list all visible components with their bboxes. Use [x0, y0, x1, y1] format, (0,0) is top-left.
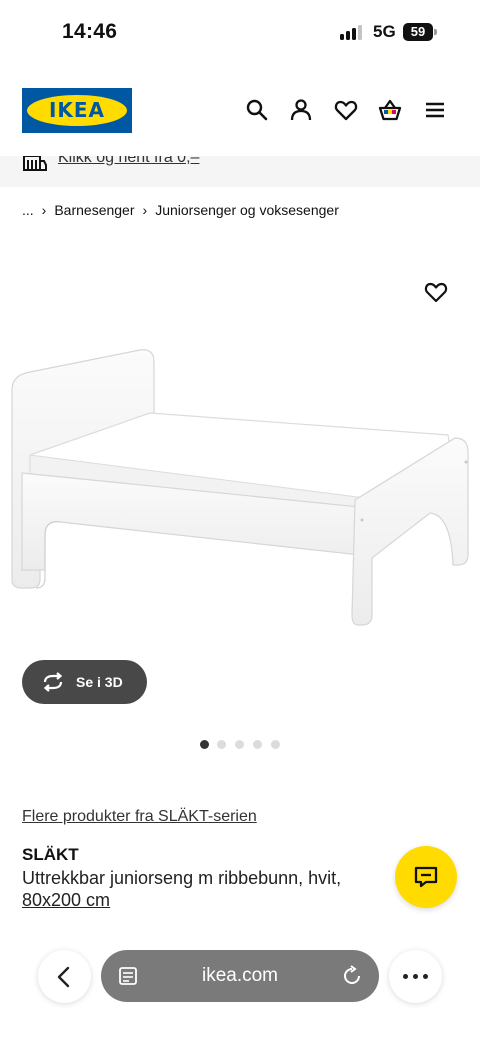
- account-icon[interactable]: [288, 97, 314, 123]
- status-time: 14:46: [62, 20, 118, 43]
- click-collect-icon: [22, 156, 48, 176]
- carousel-dot[interactable]: [253, 740, 262, 749]
- view-3d-label: Se i 3D: [76, 674, 123, 690]
- breadcrumb-item-juniorsenger[interactable]: Juniorsenger og voksesenger: [155, 202, 339, 218]
- basket-icon[interactable]: [377, 97, 403, 123]
- chat-button[interactable]: [395, 846, 457, 908]
- logo-text: IKEA: [48, 98, 106, 122]
- menu-icon[interactable]: [422, 97, 448, 123]
- product-name: SLÄKT: [22, 845, 79, 864]
- breadcrumb-ellipsis[interactable]: ...: [22, 202, 34, 218]
- site-header: IKEA: [0, 64, 480, 156]
- network-label: 5G: [373, 22, 396, 41]
- ikea-logo[interactable]: IKEA: [22, 88, 132, 133]
- promo-banner[interactable]: Klikk og hent fra 0,–: [0, 156, 480, 187]
- breadcrumb-item-barnesenger[interactable]: Barnesenger: [54, 202, 134, 218]
- chevron-right-icon: ›: [142, 202, 148, 219]
- search-icon[interactable]: [244, 97, 270, 123]
- heart-icon[interactable]: [333, 97, 359, 123]
- chat-icon: [414, 866, 438, 888]
- signal-icon: [340, 25, 366, 40]
- carousel-dot[interactable]: [271, 740, 280, 749]
- breadcrumb: ... › Barnesenger › Juniorsenger og voksesen…: [22, 201, 339, 218]
- view-3d-button[interactable]: Se i 3D: [22, 660, 147, 704]
- browser-toolbar: ikea.com: [0, 940, 480, 1040]
- back-button[interactable]: [38, 950, 91, 1003]
- carousel-dot[interactable]: [235, 740, 244, 749]
- product-description: Uttrekkbar juniorseng m ribbebunn, hvit,: [22, 868, 342, 888]
- carousel-dots: [200, 740, 290, 750]
- product-image-bed[interactable]: [0, 330, 480, 650]
- chevron-left-icon: [57, 966, 70, 988]
- carousel-dot[interactable]: [200, 740, 209, 749]
- reload-icon[interactable]: [341, 964, 363, 988]
- chevron-right-icon: ›: [41, 202, 47, 219]
- promo-link[interactable]: Klikk og hent fra 0,–: [58, 156, 199, 167]
- url-text: ikea.com: [201, 965, 279, 986]
- carousel-dot[interactable]: [217, 740, 226, 749]
- battery-level: 59: [403, 23, 433, 41]
- status-bar: 14:46 5G 59: [0, 0, 480, 64]
- battery-icon: 59: [403, 23, 437, 41]
- series-link[interactable]: Flere produkter fra SLÄKT-serien: [22, 808, 257, 826]
- rotate-3d-icon: [41, 672, 65, 692]
- favourite-heart-icon[interactable]: [423, 279, 449, 305]
- product-size-link[interactable]: 80x200 cm: [22, 890, 110, 911]
- more-options-button[interactable]: [389, 950, 442, 1003]
- address-bar[interactable]: ikea.com: [101, 950, 379, 1002]
